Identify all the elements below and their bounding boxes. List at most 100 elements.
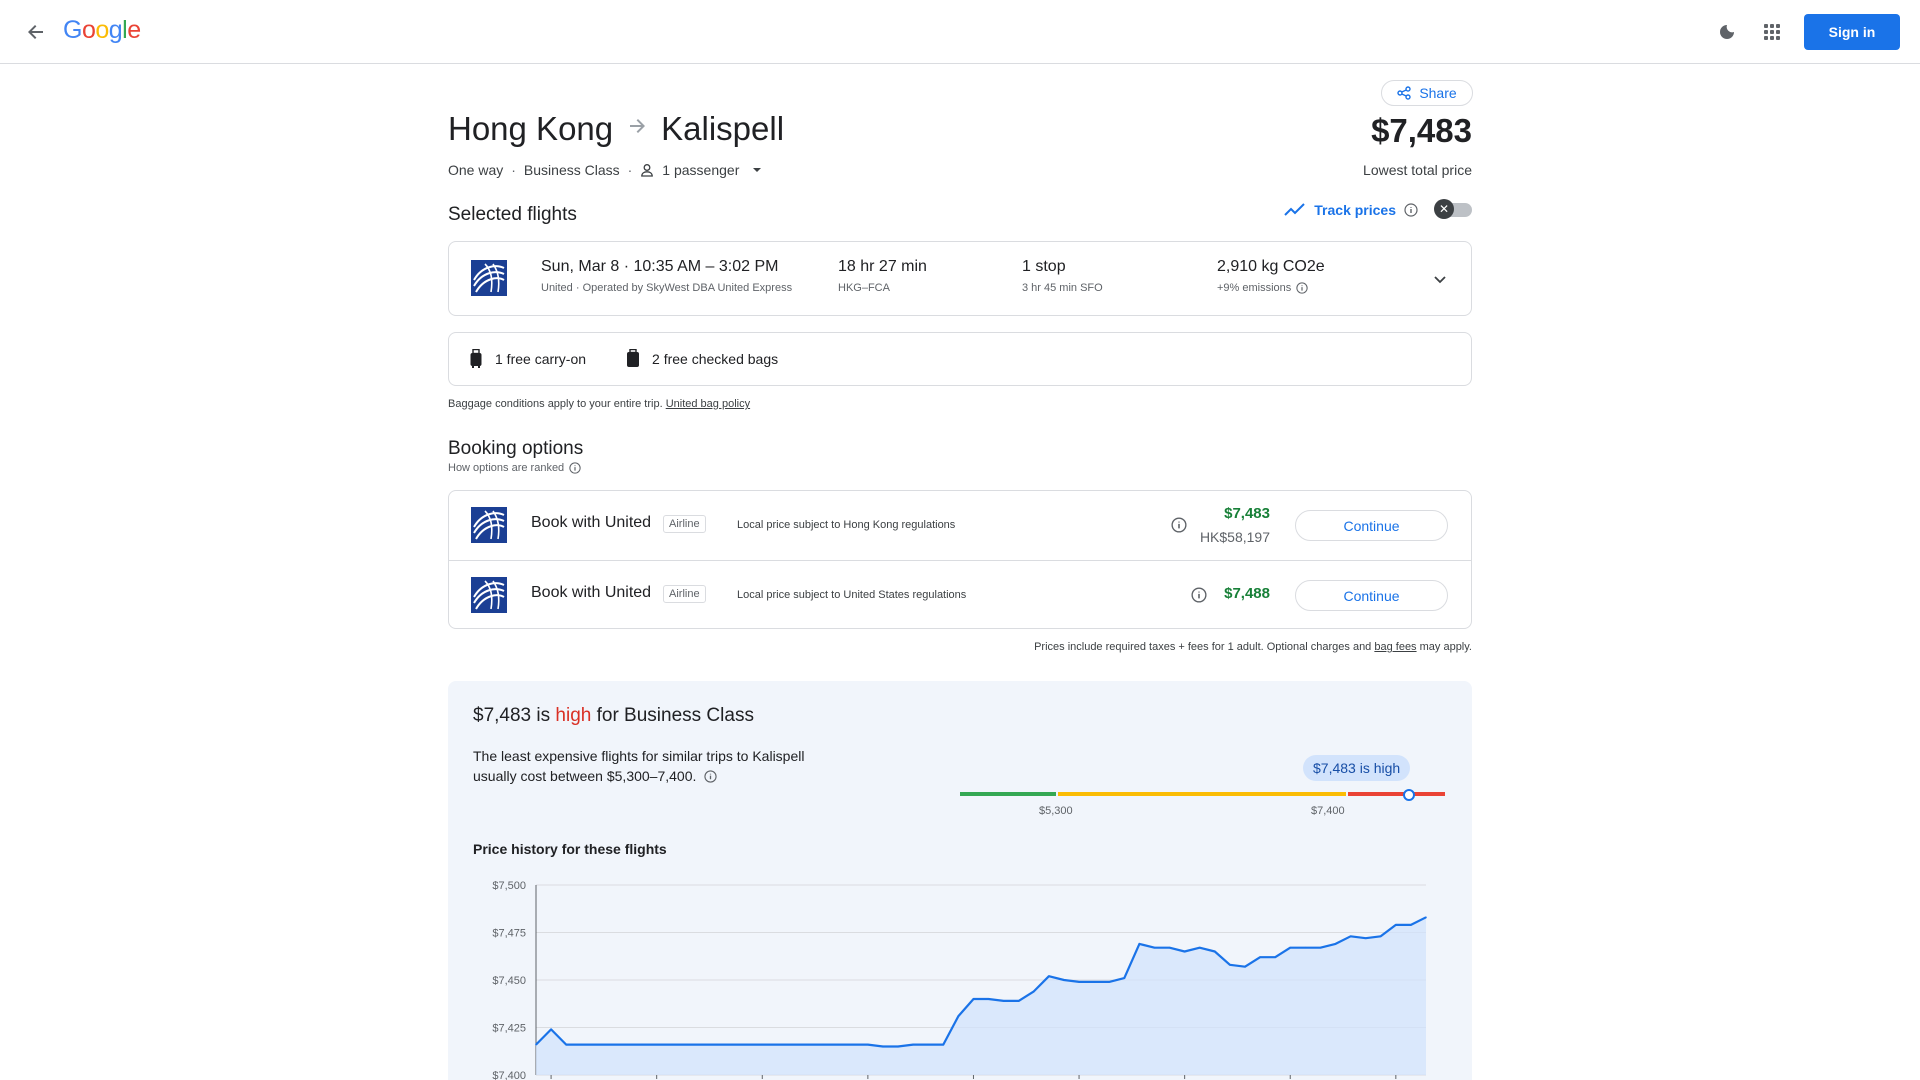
united-logo-icon: [471, 260, 507, 296]
chart-data-point: [821, 1043, 824, 1046]
emissions-text: +9% emissions: [1217, 282, 1292, 294]
chart-data-point: [1214, 950, 1216, 953]
chart-data-point: [1425, 916, 1427, 919]
flight-duration: 18 hr 27 min: [838, 258, 927, 275]
passenger-selector[interactable]: 1 passenger: [640, 162, 767, 178]
destination-city: Kalispell: [661, 110, 785, 147]
chart-data-point: [852, 1043, 854, 1046]
bag-policy-link[interactable]: United bag policy: [666, 398, 750, 410]
chart-data-point: [1379, 935, 1382, 938]
chart-data-point: [912, 1043, 914, 1046]
chart-data-point: [1123, 977, 1126, 979]
chart-data-point: [565, 1043, 567, 1046]
booking-options-heading: Booking options: [448, 438, 584, 459]
chart-data-point: [1395, 924, 1397, 926]
chart-data-point: [640, 1043, 643, 1046]
chart-data-point: [1138, 943, 1141, 945]
chart-y-tick-label: $7,500: [492, 880, 526, 892]
booking-price: $7,488: [1224, 585, 1270, 602]
chart-data-point: [580, 1043, 583, 1046]
info-icon[interactable]: [704, 770, 717, 783]
info-icon[interactable]: [1171, 517, 1187, 533]
chart-data-point: [1274, 956, 1276, 958]
apps-grid-icon[interactable]: [1759, 19, 1785, 45]
flight-date-time: Sun, Mar 8 · 10:35 AM – 3:02 PM: [541, 258, 779, 275]
chart-data-point: [1244, 965, 1246, 968]
flight-operator: United · Operated by SkyWest DBA United …: [541, 282, 793, 294]
chart-data-point: [1093, 981, 1095, 983]
chart-data-point: [1364, 937, 1367, 939]
chart-data-point: [731, 1043, 733, 1046]
flight-airports: HKG–FCA: [838, 282, 890, 294]
booking-local-price: HK$58,197: [1199, 529, 1270, 545]
ranking-info[interactable]: How options are ranked: [448, 462, 581, 474]
sign-in-button[interactable]: Sign in: [1804, 14, 1900, 50]
track-prices: Track prices ✕: [1284, 199, 1472, 219]
chart-y-tick-label: $7,450: [492, 975, 526, 987]
google-logo[interactable]: Google: [63, 16, 141, 45]
back-arrow-icon[interactable]: [22, 18, 50, 46]
chart-data-point: [701, 1043, 703, 1046]
flight-co2: 2,910 kg CO2e: [1217, 258, 1325, 275]
airline-tag: Airline: [663, 515, 706, 533]
checked-bag-icon: [627, 349, 640, 367]
chart-data-point: [1304, 946, 1307, 949]
booking-provider: Book with United: [531, 514, 652, 531]
chart-data-point: [836, 1043, 839, 1046]
continue-button[interactable]: Continue: [1295, 580, 1448, 611]
chart-data-point: [761, 1043, 764, 1046]
trend-icon: [1284, 203, 1305, 216]
trip-type: One way: [448, 162, 504, 178]
share-button[interactable]: Share: [1381, 80, 1473, 106]
booking-note: Local price subject to Hong Kong regulat…: [737, 519, 956, 531]
price-history-chart[interactable]: $7,500$7,475$7,450$7,425$7,40059 day...5…: [448, 859, 1472, 1080]
chart-data-point: [1289, 946, 1291, 949]
chart-data-point: [1410, 924, 1412, 926]
passenger-count: 1 passenger: [662, 162, 740, 178]
chart-data-point: [897, 1045, 899, 1048]
range-high-segment: [1348, 792, 1445, 796]
range-low-segment: [960, 792, 1056, 796]
info-icon[interactable]: [1191, 587, 1207, 603]
info-icon[interactable]: [1404, 203, 1418, 217]
track-prices-toggle[interactable]: ✕: [1434, 199, 1472, 219]
booking-option-row: Book with United Airline Local price sub…: [449, 491, 1471, 560]
info-icon: [569, 462, 581, 474]
selected-flight-card[interactable]: Sun, Mar 8 · 10:35 AM – 3:02 PM United ·…: [448, 241, 1472, 316]
right-arrow-icon: [627, 116, 647, 142]
chart-data-point: [550, 1028, 552, 1031]
cabin-class: Business Class: [523, 162, 620, 178]
chart-data-point: [671, 1043, 673, 1046]
separator-dot: ·: [511, 162, 516, 178]
booking-note: Local price subject to United States reg…: [737, 589, 967, 601]
insight-title-pre: $7,483 is: [473, 705, 556, 726]
carry-on-label: 1 free carry-on: [495, 351, 587, 367]
flight-layover: 3 hr 45 min SFO: [1022, 282, 1103, 294]
chart-data-point: [867, 1043, 869, 1046]
chart-y-tick-label: $7,400: [492, 1070, 526, 1080]
chart-data-point: [1033, 990, 1035, 993]
top-bar: Google Sign in: [0, 0, 1920, 64]
person-icon: [641, 164, 654, 177]
booking-provider: Book with United: [531, 584, 652, 601]
dark-mode-icon[interactable]: [1714, 19, 1740, 45]
origin-city: Hong Kong: [448, 110, 614, 147]
continue-button[interactable]: Continue: [1295, 510, 1448, 541]
baggage-card: 1 free carry-on 2 free checked bags: [448, 332, 1472, 386]
expand-chevron-icon[interactable]: [1427, 266, 1453, 292]
carry-on-bag-icon: [470, 349, 482, 368]
united-logo-icon: [471, 577, 507, 613]
prices-footnote-pre: Prices include required taxes + fees for…: [1034, 641, 1375, 653]
range-typical-segment: [1058, 792, 1346, 796]
chart-data-point: [1168, 946, 1171, 949]
chart-data-point: [972, 998, 975, 1000]
chart-data-point: [776, 1043, 779, 1046]
baggage-note: Baggage conditions apply to your entire …: [448, 398, 750, 410]
booking-options-card: Book with United Airline Local price sub…: [448, 490, 1472, 629]
info-icon[interactable]: [1296, 282, 1308, 294]
bag-fees-link[interactable]: bag fees: [1374, 641, 1416, 653]
chart-data-point: [595, 1043, 598, 1046]
carry-on-item: 1 free carry-on: [469, 349, 586, 369]
chart-data-point: [1183, 950, 1186, 953]
booking-option-row: Book with United Airline Local price sub…: [449, 560, 1471, 629]
